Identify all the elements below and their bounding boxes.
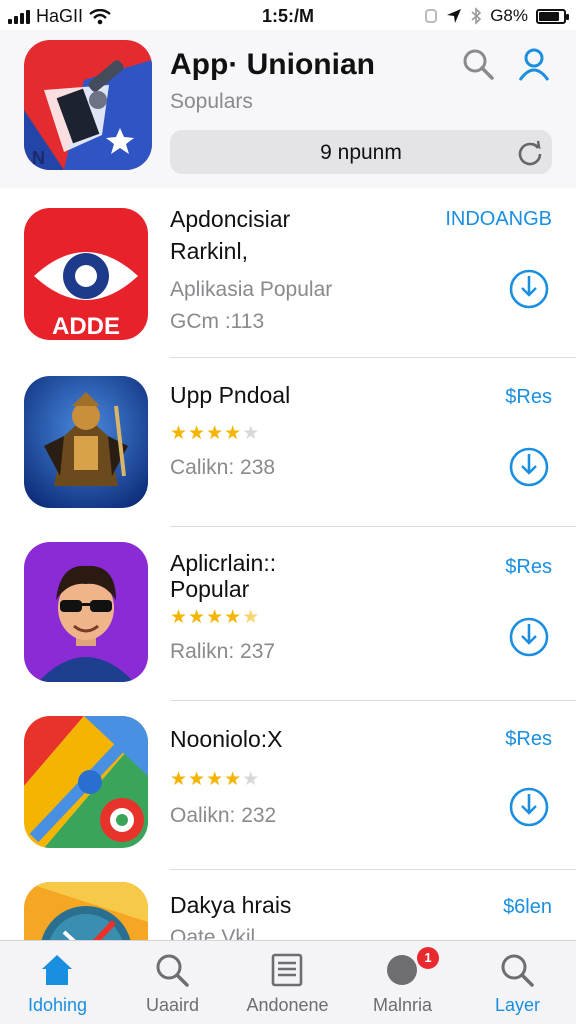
status-right: G8% <box>424 6 569 26</box>
star-icon: ★ <box>224 607 243 628</box>
notification-badge: 1 <box>417 947 439 969</box>
tab-search[interactable]: Uaaird <box>115 941 230 1024</box>
search-button[interactable] <box>460 46 496 82</box>
tab-label: Layer <box>494 995 541 1015</box>
star-icon: ★ <box>188 607 207 628</box>
location-icon <box>447 9 462 23</box>
list-item[interactable]: Aplicrlain:: Popular ★★★★★ Ralikn: 237 $… <box>0 528 576 702</box>
app-icon[interactable] <box>24 882 148 940</box>
app-name: Apdoncisiar <box>170 206 291 232</box>
list-item[interactable]: Nooniolo:X ★★★★★ Oalikn: 232 $Res <box>0 702 576 870</box>
app-name-line2: Rarkinl, <box>170 238 248 264</box>
tab-label: Malnria <box>372 995 433 1015</box>
bluetooth-icon <box>471 7 482 25</box>
price-label[interactable]: $Res <box>505 556 552 579</box>
price-label[interactable]: $Res <box>505 728 552 751</box>
tab-label: Idohing <box>27 995 88 1015</box>
app-icon[interactable]: ADDE <box>24 208 148 340</box>
search-input[interactable]: 9 npunm <box>170 130 552 174</box>
tab-list[interactable]: Andonene <box>230 941 345 1024</box>
svg-text:N: N <box>32 148 45 168</box>
app-name-line2: Popular <box>170 576 250 602</box>
battery-level <box>539 11 559 21</box>
price-label[interactable]: INDOANGB <box>445 208 552 231</box>
tab-updates[interactable]: 1 Malnria <box>345 941 460 1024</box>
compass-icon <box>387 955 417 985</box>
star-icon: ★ <box>188 769 207 790</box>
rating-stars: ★★★★★ <box>170 422 260 445</box>
page-subtitle: Sopulars <box>170 90 253 113</box>
star-icon: ★ <box>206 769 225 790</box>
battery-percent: G8% <box>490 6 528 25</box>
app-name: Nooniolo:X <box>170 726 283 752</box>
app-icon[interactable] <box>24 376 148 508</box>
rating-stars: ★★★★★ <box>170 768 260 791</box>
app-meta: Oalikn: 232 <box>170 804 277 827</box>
home-icon <box>42 955 72 985</box>
price-label[interactable]: $6len <box>503 896 552 919</box>
download-icon[interactable] <box>508 446 550 488</box>
rating-stars: ★★★★★ <box>170 606 260 629</box>
person-icon <box>518 48 550 81</box>
list-item[interactable]: Dakya hrais Oate Vkil $6len <box>0 870 576 940</box>
star-icon: ★ <box>224 423 243 444</box>
app-meta: Calikn: 238 <box>170 456 276 479</box>
header: N App· Unionian Sopulars 9 npunm <box>0 30 576 188</box>
tab-label: Uaaird <box>145 995 200 1015</box>
star-icon: ★ <box>170 607 189 628</box>
tab-layer[interactable]: Layer <box>460 941 575 1024</box>
tab-label: Andonene <box>246 995 329 1015</box>
app-meta: GCm :113 <box>170 310 265 333</box>
star-icon: ★ <box>242 769 261 790</box>
search-icon <box>463 49 494 80</box>
tab-bar: Idohing Uaaird Andonene 1 Malnria Layer <box>0 940 576 1024</box>
divider <box>170 700 576 701</box>
download-icon[interactable] <box>508 268 550 310</box>
page-title: App· Unionian <box>170 48 375 81</box>
account-button[interactable] <box>516 46 552 82</box>
app-name: Upp Pndoal <box>170 382 291 408</box>
app-icon[interactable] <box>24 542 148 682</box>
list-item[interactable]: ADDE Apdoncisiar Rarkinl, Aplikasia Popu… <box>0 190 576 358</box>
list-item[interactable]: Upp Pndoal ★★★★★ Calikn: 238 $Res <box>0 358 576 528</box>
app-icon-text: ADDE <box>52 313 120 340</box>
divider <box>170 526 576 527</box>
app-meta: Ralikn: 237 <box>170 640 276 663</box>
star-icon: ★ <box>206 423 225 444</box>
tab-home[interactable]: Idohing <box>0 941 115 1024</box>
app-category: Aplikasia Popular <box>170 278 333 301</box>
price-label[interactable]: $Res <box>505 386 552 409</box>
list-icon <box>271 953 303 987</box>
app-icon[interactable] <box>24 716 148 848</box>
alarm-icon <box>425 9 438 23</box>
app-name: Dakya hrais <box>170 892 292 918</box>
star-icon: ★ <box>242 607 261 628</box>
refresh-icon[interactable] <box>516 138 544 166</box>
star-icon: ★ <box>188 423 207 444</box>
app-logo[interactable]: N <box>24 40 152 170</box>
star-icon: ★ <box>224 769 243 790</box>
download-icon[interactable] <box>508 616 550 658</box>
battery-icon <box>536 8 569 24</box>
download-icon[interactable] <box>508 786 550 828</box>
star-icon: ★ <box>206 607 225 628</box>
status-bar: HaGII 1:5:/M G8% <box>0 0 576 30</box>
search-icon <box>501 954 534 987</box>
star-icon: ★ <box>170 769 189 790</box>
search-query: 9 npunm <box>320 141 402 164</box>
search-icon <box>156 954 189 987</box>
star-icon: ★ <box>170 423 189 444</box>
star-icon: ★ <box>242 423 261 444</box>
app-meta: Oate Vkil <box>170 926 256 940</box>
